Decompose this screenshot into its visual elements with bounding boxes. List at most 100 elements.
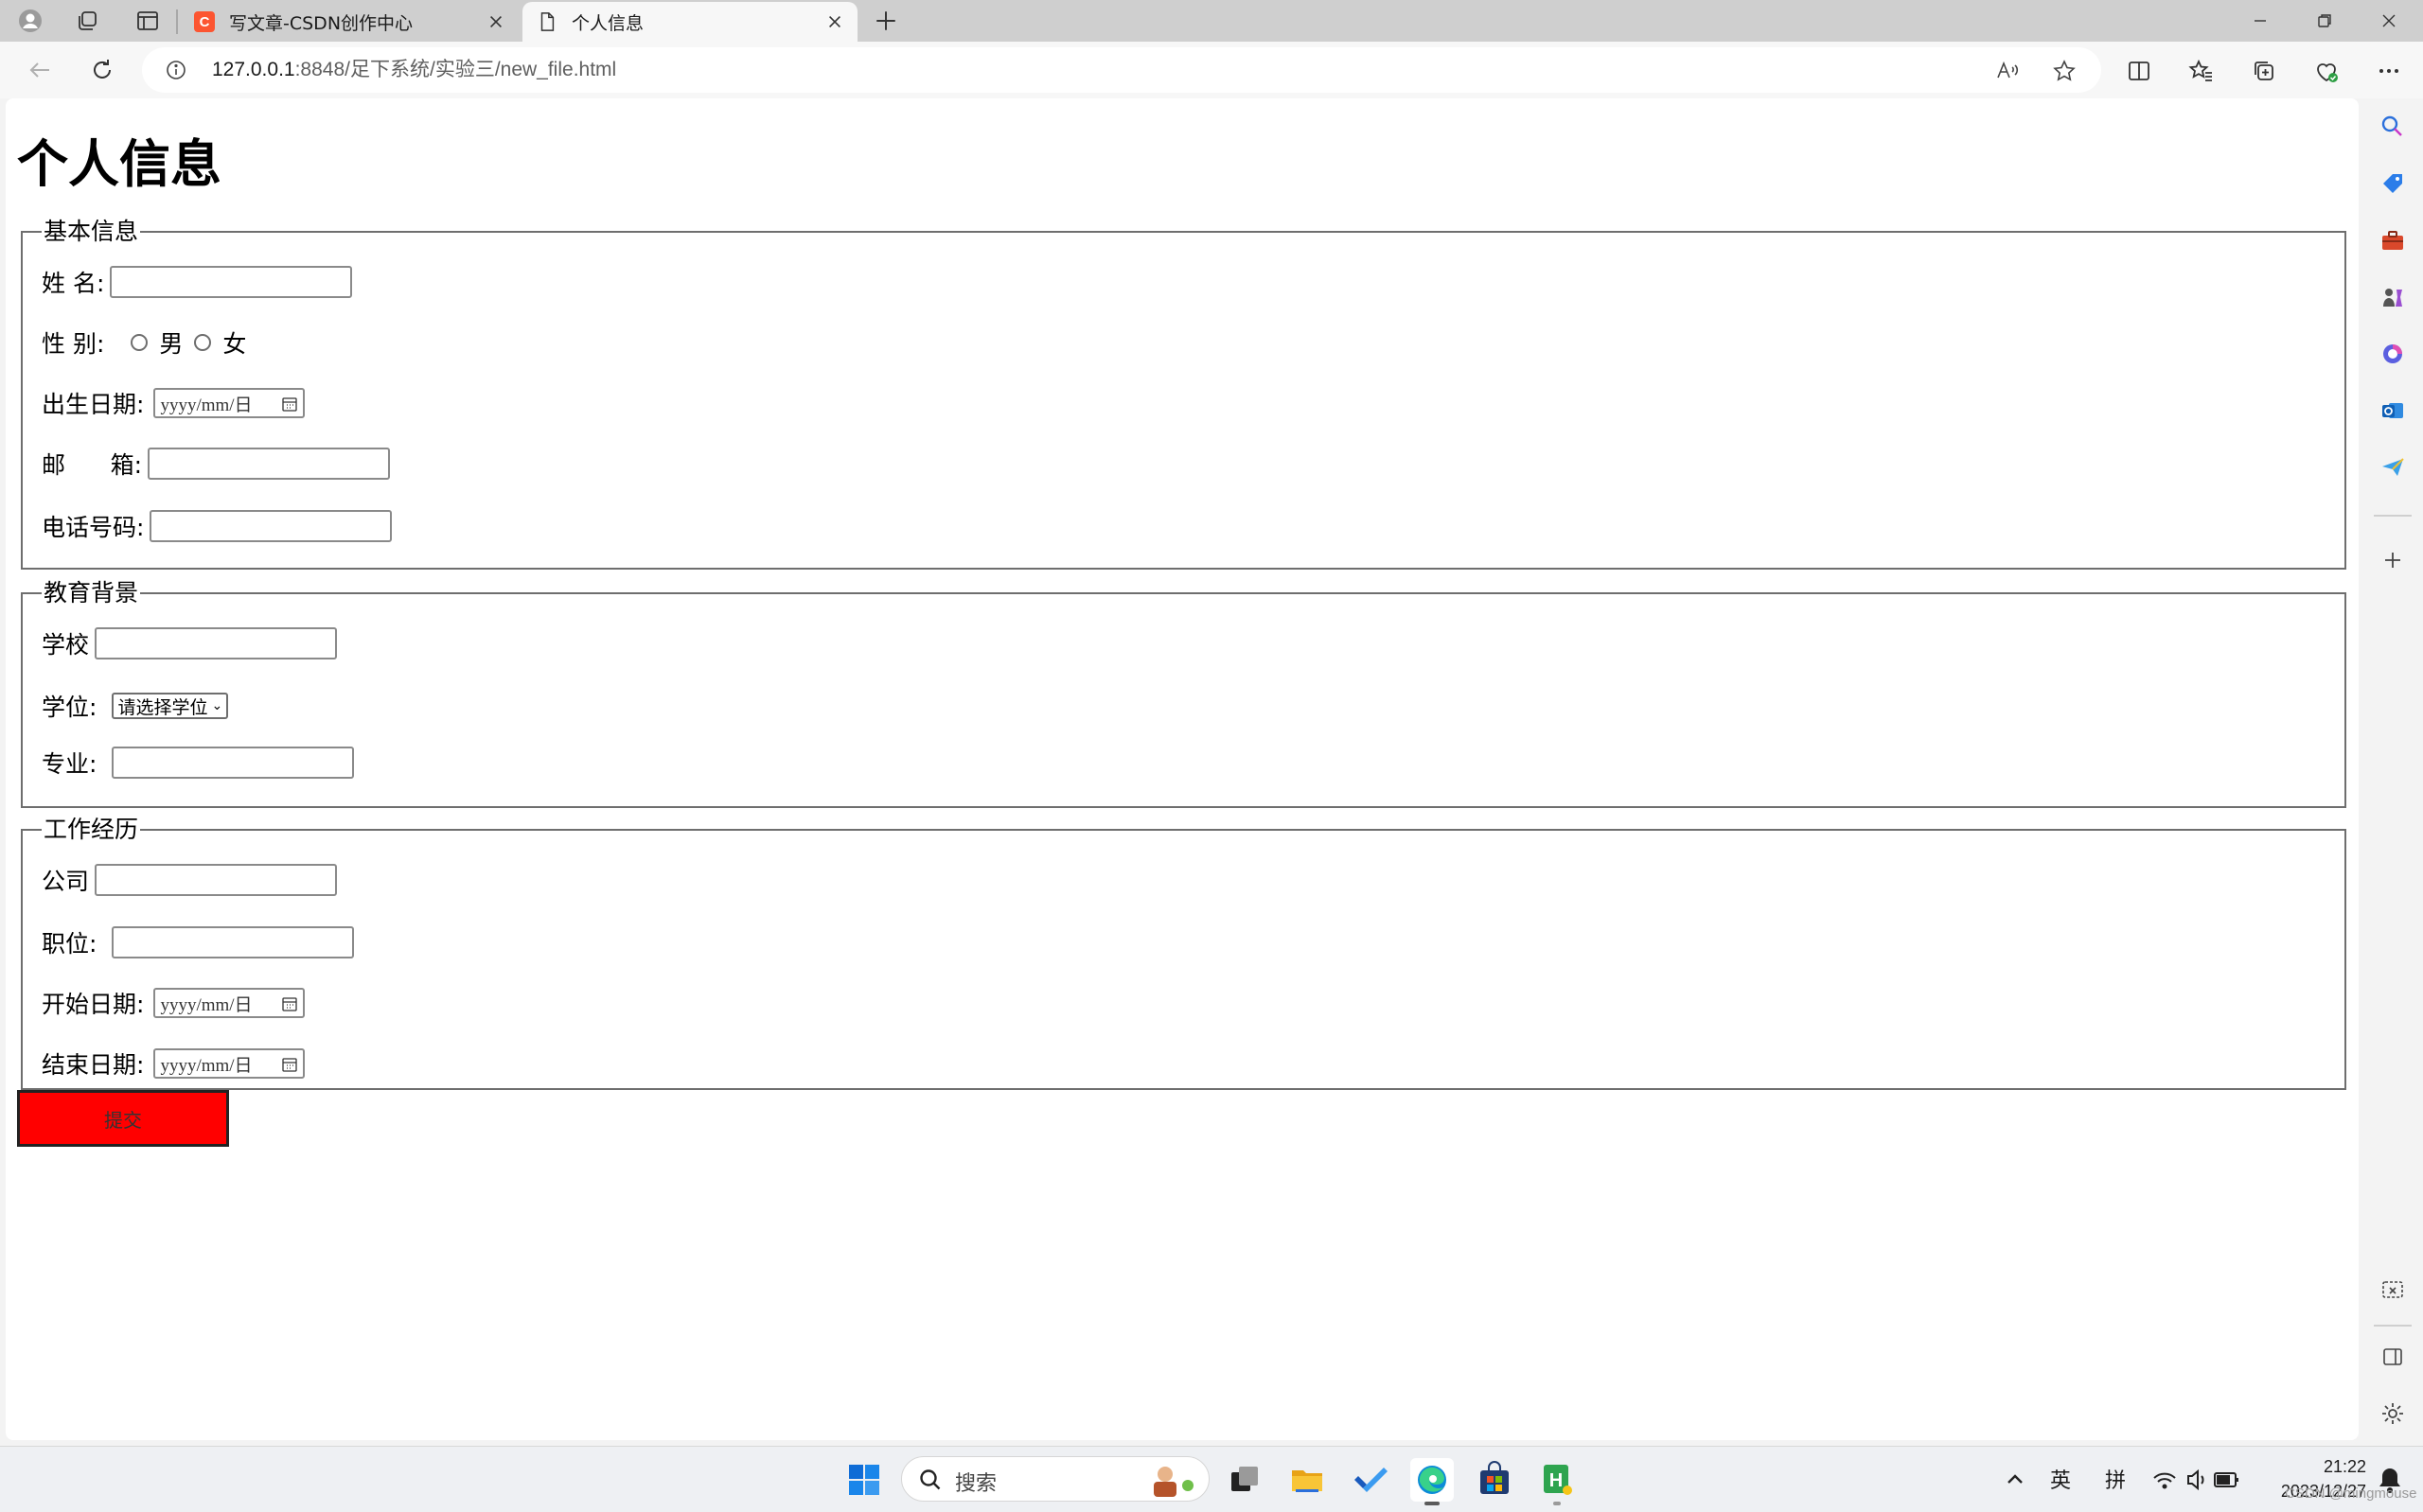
gender-male-radio[interactable] xyxy=(131,334,149,351)
search-icon[interactable] xyxy=(2378,112,2408,142)
gender-female-radio[interactable] xyxy=(194,334,212,351)
school-input[interactable] xyxy=(95,627,338,659)
email-input[interactable] xyxy=(148,448,391,480)
shopping-tag-icon[interactable] xyxy=(2378,168,2408,199)
email-label: 邮 箱: xyxy=(42,451,143,479)
todo-check-icon[interactable] xyxy=(1348,1458,1391,1502)
row-start-date: 开始日期: yyyy/mm/日 xyxy=(42,986,306,1020)
split-screen-icon[interactable] xyxy=(2122,54,2156,88)
legend-work: 工作经历 xyxy=(44,816,139,843)
running-app-indicator xyxy=(1553,1502,1561,1505)
svg-text:H: H xyxy=(1549,1470,1563,1491)
microsoft-365-icon[interactable] xyxy=(2378,339,2408,369)
refresh-icon[interactable] xyxy=(81,50,123,90)
date-placeholder: yyyy/mm/日 xyxy=(160,395,253,415)
date-placeholder: yyyy/mm/日 xyxy=(160,994,253,1015)
phone-input[interactable] xyxy=(150,510,393,542)
vertical-tabs-icon[interactable] xyxy=(129,4,167,38)
tab-close-icon[interactable] xyxy=(823,10,846,33)
tab-title: 写文章-CSDN创作中心 xyxy=(229,12,414,34)
search-highlight-icon xyxy=(1154,1467,1194,1497)
browser-essentials-icon[interactable] xyxy=(2309,54,2343,88)
position-label: 职位: xyxy=(42,930,97,958)
url-text[interactable]: 127.0.0.1:8848/足下系统/实验三/new_file.html xyxy=(212,57,616,83)
microsoft-store-icon[interactable] xyxy=(1473,1458,1516,1502)
name-label: 姓 名: xyxy=(42,270,105,297)
back-arrow-icon[interactable] xyxy=(19,50,61,90)
ime-language-indicator[interactable]: 英 xyxy=(2050,1464,2071,1494)
outlook-icon[interactable] xyxy=(2378,396,2408,426)
close-window-icon[interactable] xyxy=(2357,0,2421,42)
task-view-icon[interactable] xyxy=(1223,1458,1266,1502)
position-input[interactable] xyxy=(112,926,355,958)
collections-icon[interactable] xyxy=(2247,54,2281,88)
site-info-icon[interactable] xyxy=(163,57,189,83)
clock-time: 21:22 xyxy=(2323,1457,2366,1476)
tab-close-icon[interactable] xyxy=(485,10,507,33)
profile-icon[interactable] xyxy=(11,4,49,38)
workspaces-icon[interactable] xyxy=(68,4,106,38)
csdn-favicon-icon: C xyxy=(193,10,216,33)
taskbar-search-placeholder: 搜索 xyxy=(955,1472,998,1496)
company-label: 公司 xyxy=(42,868,90,895)
submit-button[interactable]: 提交 xyxy=(17,1090,229,1147)
name-input[interactable] xyxy=(110,266,353,298)
tab-divider xyxy=(176,9,178,34)
taskbar-search-box[interactable]: 搜索 xyxy=(901,1456,1210,1502)
legend-education: 教育背景 xyxy=(44,579,139,607)
tab-personal-info[interactable]: 个人信息 xyxy=(522,2,858,42)
school-label: 学校 xyxy=(42,631,90,659)
fieldset-work: 工作经历 公司 职位: 开始日期: yyyy/mm/日 结束日期: yyyy/m… xyxy=(21,818,2346,1090)
calendar-icon[interactable] xyxy=(281,1056,298,1073)
windows-start-icon[interactable] xyxy=(842,1458,886,1502)
sidebar-divider xyxy=(2374,515,2412,517)
ime-mode-indicator[interactable]: 拼 xyxy=(2105,1464,2126,1494)
start-date-label: 开始日期: xyxy=(42,991,145,1018)
show-hidden-icons-chevron-up-icon[interactable] xyxy=(1993,1458,2037,1502)
row-position: 职位: xyxy=(42,925,355,959)
company-input[interactable] xyxy=(95,864,338,896)
active-app-indicator xyxy=(1424,1502,1440,1505)
more-menu-icon[interactable] xyxy=(2372,54,2406,88)
hide-sidebar-icon[interactable] xyxy=(2378,1342,2408,1372)
file-explorer-icon[interactable] xyxy=(1285,1458,1329,1502)
end-date-input[interactable]: yyyy/mm/日 xyxy=(153,1048,306,1079)
sidebar-divider xyxy=(2374,1325,2412,1327)
row-gender: 性 别: 男 女 xyxy=(42,325,257,360)
birth-date-input[interactable]: yyyy/mm/日 xyxy=(153,388,306,418)
legend-basic-info: 基本信息 xyxy=(44,218,139,245)
calendar-icon[interactable] xyxy=(281,995,298,1012)
row-degree: 学位: 请选择学位 ⌄ xyxy=(42,689,229,723)
url-host: 127.0.0.1 xyxy=(212,59,295,80)
system-tray-status[interactable] xyxy=(2149,1458,2253,1502)
windows-taskbar: 搜索 H 英 拼 21:22 2023/12/27 xyxy=(0,1446,2423,1512)
send-plane-icon[interactable] xyxy=(2378,452,2408,483)
minimize-icon[interactable] xyxy=(2228,0,2292,42)
add-icon[interactable] xyxy=(2378,545,2408,575)
row-major: 专业: xyxy=(42,746,355,780)
major-label: 专业: xyxy=(42,750,97,778)
major-input[interactable] xyxy=(112,747,355,779)
favorites-icon[interactable] xyxy=(2184,54,2219,88)
degree-selected-value: 请选择学位 xyxy=(117,696,208,718)
screenshot-icon[interactable] xyxy=(2378,1275,2408,1306)
restore-icon[interactable] xyxy=(2292,0,2357,42)
new-tab-icon[interactable] xyxy=(867,4,905,38)
fieldset-basic-info: 基本信息 姓 名: 性 别: 男 女 出生日期: yyyy/mm/日 邮 箱: … xyxy=(21,220,2346,570)
address-bar[interactable]: 127.0.0.1:8848/足下系统/实验三/new_file.html xyxy=(142,47,2101,93)
fieldset-education: 教育背景 学校 学位: 请选择学位 ⌄ 专业: xyxy=(21,581,2346,808)
edge-browser-icon[interactable] xyxy=(1410,1458,1454,1505)
tools-briefcase-icon[interactable] xyxy=(2378,225,2408,255)
end-date-label: 结束日期: xyxy=(42,1051,145,1079)
games-icon[interactable] xyxy=(2378,282,2408,312)
tab-csdn[interactable]: C 写文章-CSDN创作中心 xyxy=(180,2,519,42)
favorite-star-icon[interactable] xyxy=(2050,57,2078,85)
calendar-icon[interactable] xyxy=(281,396,298,413)
settings-gear-icon[interactable] xyxy=(2378,1398,2408,1429)
start-date-input[interactable]: yyyy/mm/日 xyxy=(153,988,306,1018)
hbuilder-icon[interactable]: H xyxy=(1535,1458,1579,1505)
birth-date-label: 出生日期: xyxy=(42,391,145,418)
degree-select[interactable]: 请选择学位 ⌄ xyxy=(112,693,229,719)
row-company: 公司 xyxy=(42,863,338,897)
read-aloud-icon[interactable] xyxy=(1993,57,2022,85)
